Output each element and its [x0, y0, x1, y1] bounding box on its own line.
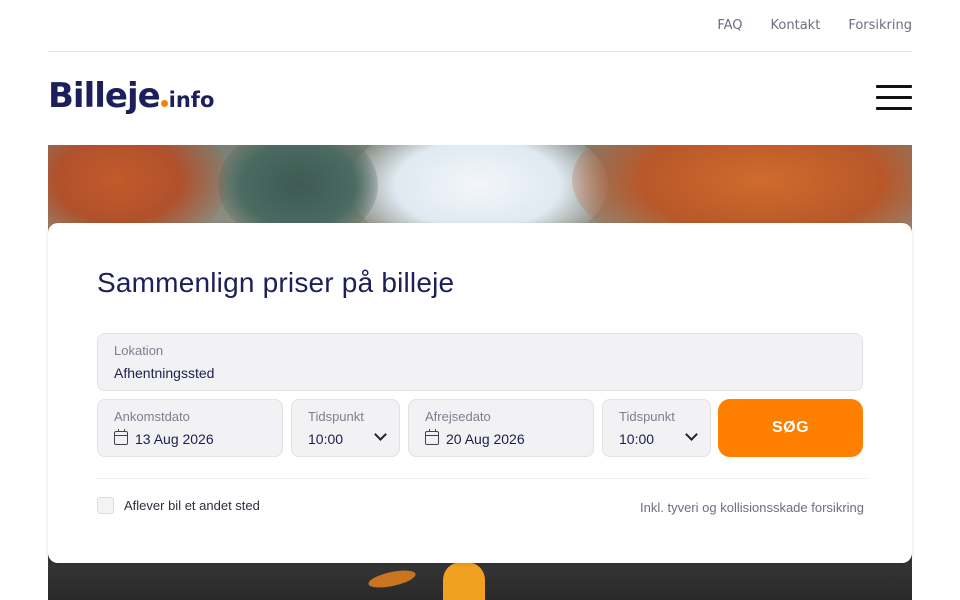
different-dropoff-label: Aflever bil et andet sted — [124, 498, 260, 513]
site-header: Billeje info — [48, 52, 912, 145]
logo-dot — [160, 100, 168, 107]
calendar-icon — [425, 429, 439, 445]
location-field[interactable]: Lokation Afhentningssted — [97, 333, 863, 391]
top-utility-nav: FAQ Kontakt Forsikring — [717, 18, 912, 33]
pickup-date-field[interactable]: Ankomstdato 13 Aug 2026 — [97, 399, 283, 457]
site-logo[interactable]: Billeje info — [48, 76, 214, 116]
return-date-field[interactable]: Afrejsedato 20 Aug 2026 — [408, 399, 594, 457]
return-time-label: Tidspunkt — [619, 409, 675, 424]
pickup-time-label: Tidspunkt — [308, 409, 364, 424]
logo-suffix: info — [168, 88, 215, 112]
return-date-value: 20 Aug 2026 — [446, 431, 525, 447]
pickup-time-select[interactable]: Tidspunkt 10:00 — [291, 399, 400, 457]
hamburger-menu-icon[interactable] — [876, 85, 912, 111]
return-time-value: 10:00 — [619, 431, 655, 447]
pickup-date-label: Ankomstdato — [114, 409, 190, 424]
different-dropoff-option[interactable]: Aflever bil et andet sted — [97, 497, 260, 514]
return-time-select[interactable]: Tidspunkt 10:00 — [602, 399, 711, 457]
chevron-down-icon — [685, 428, 698, 441]
logo-wordmark: Billeje — [48, 76, 161, 116]
form-divider — [97, 478, 867, 479]
faq-link[interactable]: FAQ — [717, 18, 742, 33]
return-date-label: Afrejsedato — [425, 409, 491, 424]
different-dropoff-checkbox[interactable] — [97, 497, 114, 514]
pickup-time-value: 10:00 — [308, 431, 344, 447]
location-label: Lokation — [114, 343, 164, 358]
insurance-note: Inkl. tyveri og kollisionsskade forsikri… — [640, 500, 864, 515]
chevron-down-icon — [374, 428, 387, 441]
hero-road-line — [443, 562, 485, 600]
location-value: Afhentningssted — [114, 365, 215, 381]
top-utility-bar: FAQ Kontakt Forsikring — [48, 0, 912, 52]
insurance-link[interactable]: Forsikring — [848, 18, 912, 33]
contact-link[interactable]: Kontakt — [771, 18, 821, 33]
pickup-date-value: 13 Aug 2026 — [135, 431, 214, 447]
page-title: Sammenlign priser på billeje — [97, 267, 455, 298]
search-button[interactable]: SØG — [718, 399, 863, 457]
calendar-icon — [114, 429, 128, 445]
search-card: Sammenlign priser på billeje Lokation Af… — [48, 223, 912, 563]
